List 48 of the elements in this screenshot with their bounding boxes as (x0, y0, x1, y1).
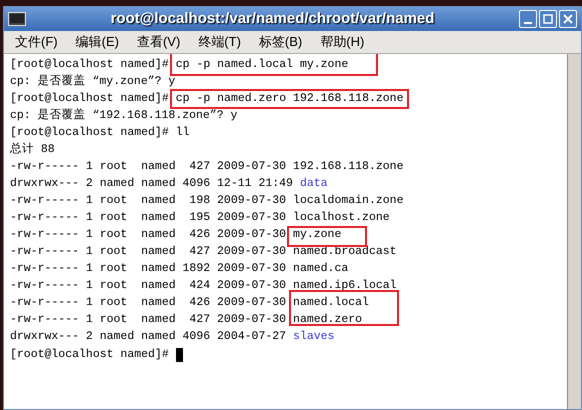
file-name: named.zero (293, 312, 362, 328)
terminal-prompt: [root@localhost named]# (10, 346, 169, 362)
terminal-command: ll (176, 125, 190, 141)
file-info: drwxrwx--- 2 named named 4096 2004-07-27 (10, 329, 286, 345)
file-name: named.local (293, 295, 369, 311)
file-name: named.broadcast (293, 244, 397, 260)
menu-item[interactable]: 帮助(H) (317, 32, 368, 52)
menu-item[interactable]: 编辑(E) (72, 32, 122, 52)
file-info: -rw-r----- 1 root named 427 2009-07-30 (10, 159, 286, 175)
window-title: root@localhost:/var/named/chroot/var/named (110, 8, 436, 29)
cursor-block (176, 348, 183, 362)
directory-name: slaves (293, 329, 334, 345)
highlighted-command: cp -p named.local my.zone (170, 54, 378, 76)
minimize-button[interactable] (519, 10, 537, 28)
file-info: -rw-r----- 1 root named 426 2009-07-30 (10, 295, 286, 311)
file-info: -rw-r----- 1 root named 424 2009-07-30 (10, 278, 286, 294)
terminal-line: cp: 是否覆盖 “192.168.118.zone”? y (10, 108, 238, 124)
terminal-prompt: [root@localhost named]# (10, 125, 169, 141)
file-name: 192.168.118.zone (293, 159, 404, 175)
terminal-icon (8, 12, 26, 26)
menu-item[interactable]: 查看(V) (134, 32, 184, 52)
highlighted-command: cp -p named.zero 192.168.118.zone (170, 89, 410, 109)
close-button[interactable] (559, 10, 577, 28)
file-name: localdomain.zone (293, 193, 404, 209)
terminal-prompt: [root@localhost named]# (10, 57, 169, 73)
scrollbar[interactable] (567, 54, 581, 409)
file-name: named.ip6.local (293, 278, 397, 294)
menu-item[interactable]: 终端(T) (195, 32, 244, 52)
directory-name: data (300, 176, 328, 192)
file-name: my.zone (293, 227, 342, 243)
file-info: -rw-r----- 1 root named 427 2009-07-30 (10, 244, 286, 260)
file-info: -rw-r----- 1 root named 195 2009-07-30 (10, 210, 286, 226)
terminal-prompt: [root@localhost named]# (10, 91, 169, 107)
file-name: named.ca (293, 261, 348, 277)
file-name: localhost.zone (293, 210, 390, 226)
file-info: -rw-r----- 1 root named 427 2009-07-30 (10, 312, 286, 328)
maximize-icon (543, 14, 553, 24)
file-info: -rw-r----- 1 root named 1892 2009-07-30 (10, 261, 286, 277)
menu-item[interactable]: 标签(B) (256, 32, 306, 52)
minimize-icon (524, 22, 532, 24)
maximize-button[interactable] (539, 10, 557, 28)
file-info: drwxrwx--- 2 named named 4096 12-11 21:49 (10, 176, 293, 192)
file-info: -rw-r----- 1 root named 426 2009-07-30 (10, 227, 286, 243)
menu-item[interactable]: 文件(F) (12, 32, 61, 52)
terminal-line: 总计 88 (10, 142, 55, 158)
file-info: -rw-r----- 1 root named 198 2009-07-30 (10, 193, 286, 209)
close-icon (563, 14, 573, 24)
terminal-line: cp: 是否覆盖 “my.zone”? y (10, 74, 176, 90)
